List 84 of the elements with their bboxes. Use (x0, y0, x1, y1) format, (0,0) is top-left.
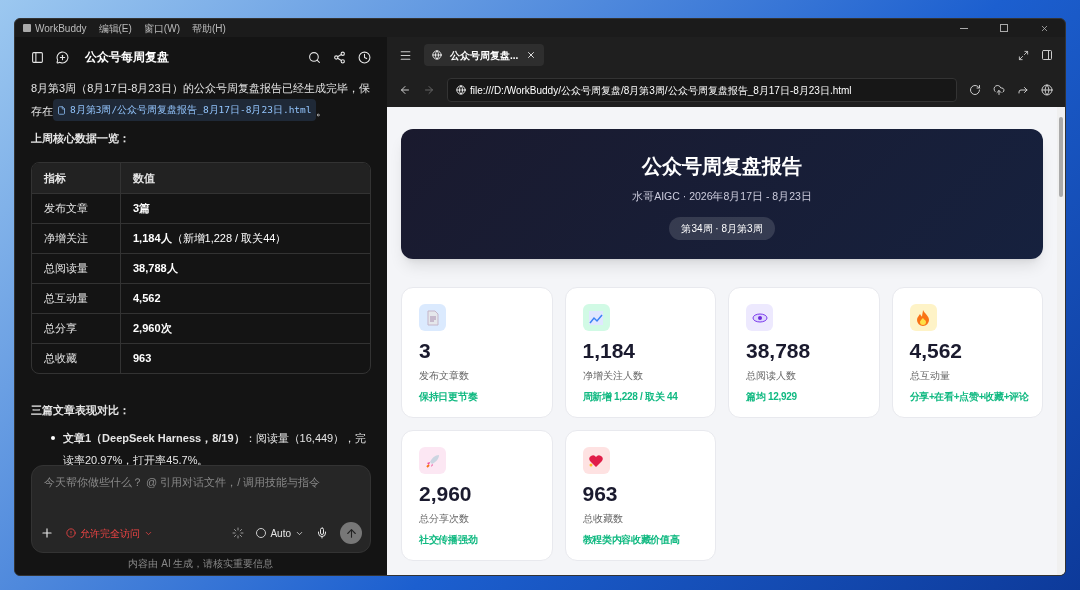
stat-note: 周新增 1,228 / 取关 44 (582, 390, 679, 404)
table-cell: 净增关注 (32, 224, 121, 253)
chart-icon (588, 309, 604, 326)
expand-icon[interactable] (1018, 49, 1029, 61)
eye-icon (751, 312, 768, 323)
table-cell: 总收藏 (32, 344, 121, 373)
stat-value: 963 (582, 483, 619, 504)
fire-icon (916, 309, 930, 326)
stat-note: 保持日更节奏 (419, 390, 479, 404)
stat-note: 分享+在看+点赞+收藏+评论 (909, 390, 1030, 404)
minimize-icon[interactable] (960, 27, 968, 29)
menu-item[interactable]: 编辑(E) (98, 20, 132, 36)
stat-note: 社交传播强劲 (419, 533, 479, 547)
microphone-icon[interactable] (316, 527, 328, 539)
back-icon[interactable] (399, 84, 411, 96)
globe-icon (456, 85, 466, 95)
stat-note: 教程类内容收藏价值高 (582, 533, 681, 547)
table-cell-text: 1,184人（新增1,228 / 取关44） (132, 231, 288, 247)
table-cell: 发布文章 (32, 194, 121, 223)
access-dropdown[interactable]: 允许完全访问 (66, 525, 153, 541)
stat-label: 总收藏数 (582, 512, 624, 526)
column-header: 数值 (132, 170, 156, 186)
rocket-icon (424, 452, 441, 469)
address-bar[interactable]: file:///D:/WorkBuddy/公众号周复盘/8月第3周/公众号周复盘报告_8月17日-8月23日.html (447, 78, 957, 102)
stat-label: 发布文章数 (419, 369, 470, 383)
stat-label: 净增关注人数 (582, 369, 644, 383)
report-title: 公众号周复盘报告 (642, 154, 802, 179)
stat-value: 1,184 (582, 340, 637, 361)
table-cell-text: 963 (132, 351, 153, 367)
intro-paragraph: 8月第3周（8月17日-8月23日）的公众号周复盘报告已经生成完毕，保存在 8月第3周/公众号周复盘报告_8月17日-8月23日.html 。 (31, 77, 371, 122)
panel-icon[interactable] (1041, 49, 1053, 61)
stat-value: 38,788 (746, 340, 812, 361)
send-button[interactable] (340, 522, 362, 544)
section-heading: 三篇文章表现对比： (31, 403, 131, 418)
report-subtitle: 水哥AIGC · 2026年8月17日 - 8月23日 (632, 189, 812, 204)
chat-input[interactable]: 今天帮你做些什么？ @ 引用对话文件，/ 调用技能与指令 允许完全访问 Auto (31, 465, 371, 553)
stat-value: 2,960 (419, 483, 473, 504)
stat-label: 总分享次数 (419, 512, 470, 526)
section-heading: 上周核心数据一览： (31, 130, 131, 146)
table-cell: 总阅读量 (32, 254, 121, 283)
heart-icon (588, 453, 604, 468)
sidebar-toggle-icon[interactable] (31, 50, 44, 64)
model-dropdown[interactable]: Auto (256, 525, 304, 541)
share-icon[interactable] (1017, 84, 1029, 96)
browser-tab[interactable]: 公众号周复盘... (424, 44, 545, 66)
app-name: WorkBuddy (23, 20, 87, 36)
table-cell-text: 3篇 (132, 201, 152, 217)
maximize-icon[interactable] (1000, 24, 1008, 32)
menu-item[interactable]: 帮助(H) (191, 20, 226, 36)
reload-icon[interactable] (969, 84, 981, 96)
message-field[interactable]: 今天帮你做些什么？ @ 引用对话文件，/ 调用技能与指令 (40, 474, 362, 491)
globe-icon[interactable] (1041, 84, 1053, 96)
share-icon[interactable] (333, 50, 346, 64)
menu-item[interactable]: 窗口(W) (143, 20, 180, 36)
stat-label: 总阅读人数 (746, 369, 797, 383)
search-icon[interactable] (308, 50, 321, 64)
close-icon[interactable] (1040, 23, 1049, 33)
stat-value: 4,562 (909, 340, 964, 361)
table-cell-text: 4,562 (132, 291, 162, 307)
warning-icon (66, 528, 76, 538)
table-cell: 总分享 (32, 314, 121, 343)
table-cell: 总互动量 (32, 284, 121, 313)
table-cell-text: 2,960次 (132, 321, 173, 337)
upload-icon[interactable] (993, 84, 1005, 96)
ai-disclaimer: 内容由 AI 生成，请核实重要信息 (127, 557, 275, 571)
bullet-item: 文章1（DeepSeek Harness，8/19）：阅读量（16,449），完读率20.97%，打开率45.7%。 (51, 426, 371, 465)
loading-spinner (232, 527, 245, 539)
table-cell-text: 38,788人 (132, 261, 179, 277)
week-badge: 第34周 · 8月第3周 (669, 216, 775, 240)
history-icon[interactable] (358, 50, 371, 64)
document-icon (425, 309, 440, 326)
stat-value: 3 (419, 340, 432, 361)
column-header: 指标 (32, 163, 121, 193)
arrow-up-icon (344, 526, 358, 540)
chat-title: 公众号每周复盘 (85, 49, 169, 66)
stat-note: 篇均 12,929 (746, 390, 798, 404)
close-tab-icon[interactable] (526, 50, 537, 60)
stat-label: 总互动量 (909, 369, 951, 383)
menu-icon[interactable] (399, 48, 412, 62)
add-icon[interactable] (40, 526, 54, 540)
file-icon (57, 105, 66, 115)
new-chat-icon[interactable] (56, 50, 69, 64)
globe-icon (432, 50, 442, 60)
file-link[interactable]: 8月第3周/公众号周复盘报告_8月17日-8月23日.html (53, 99, 316, 121)
